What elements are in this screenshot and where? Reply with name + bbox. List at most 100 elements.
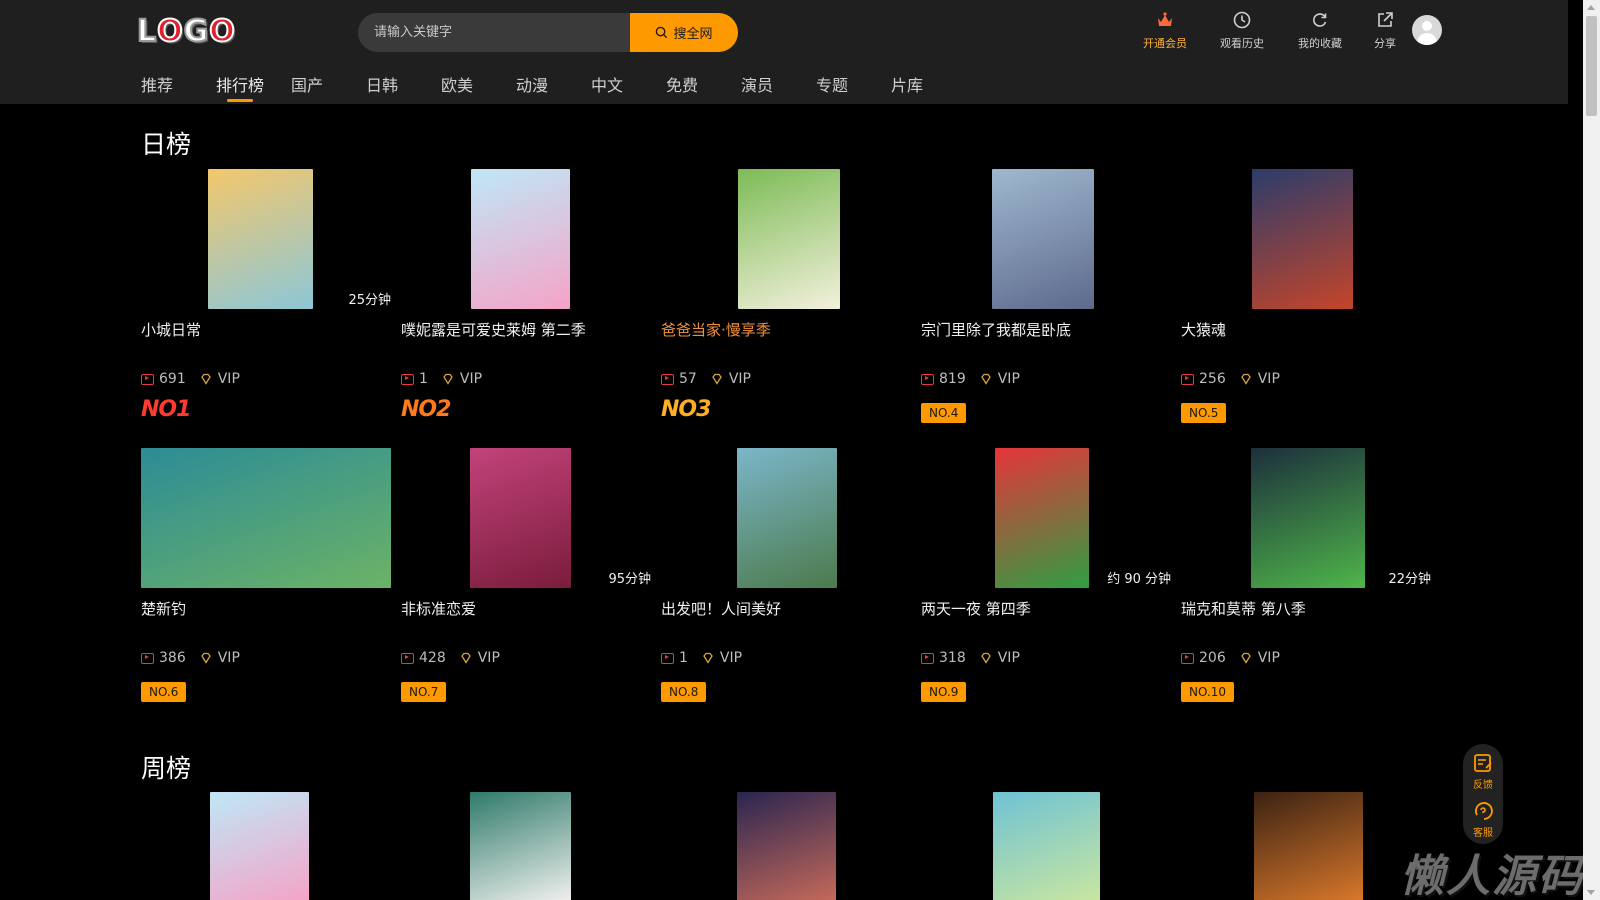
rank-badge: NO.7 (401, 682, 447, 702)
vip-label: VIP (719, 650, 743, 666)
weekly-card[interactable] (395, 792, 645, 900)
nav-library[interactable]: 片库 (891, 72, 966, 100)
nav-domestic[interactable]: 国产 (291, 72, 366, 100)
show-title[interactable]: 瑞克和莫蒂 第八季 (1181, 598, 1306, 619)
show-title[interactable]: 非标准恋爱 (401, 598, 476, 619)
poster-image[interactable] (470, 448, 571, 588)
customer-service-button[interactable]: 客服 (1463, 800, 1503, 839)
scroll-up-arrow-icon[interactable] (1587, 5, 1595, 10)
vip-label: VIP (217, 650, 240, 666)
weekly-card[interactable] (655, 792, 905, 900)
play-count: 318 (939, 650, 966, 666)
poster-image[interactable] (995, 448, 1089, 588)
poster-image[interactable] (1252, 169, 1353, 309)
poster-image[interactable] (737, 448, 837, 588)
show-title[interactable]: 大猿魂 (1181, 319, 1226, 340)
play-count: 57 (679, 371, 697, 387)
vip-label: VIP (1257, 650, 1280, 666)
show-meta: 428 VIP (401, 650, 500, 666)
poster-image[interactable] (1251, 448, 1365, 588)
nav-recommend[interactable]: 推荐 (141, 72, 216, 100)
ranking-card[interactable]: 大猿魂 256 VIP NO.5 (1175, 169, 1425, 429)
diamond-icon (980, 373, 991, 385)
scrollbar-thumb[interactable] (1586, 16, 1597, 116)
floating-toolbar: 反馈 客服 (1463, 744, 1503, 844)
rank-badge: NO2 (401, 397, 451, 422)
show-title[interactable]: 楚新钓 (141, 598, 186, 619)
share-label: 分享 (1374, 37, 1396, 50)
nav-anime[interactable]: 动漫 (516, 72, 591, 100)
show-meta: 256 VIP (1181, 371, 1280, 387)
scroll-down-arrow-icon[interactable] (1587, 890, 1595, 895)
duration-label: 25分钟 (348, 293, 391, 308)
play-count-icon (921, 652, 934, 664)
play-count-icon (661, 652, 674, 664)
show-meta: 206 VIP (1181, 650, 1280, 666)
search-bar: 搜全网 (358, 13, 738, 52)
poster-image[interactable] (992, 169, 1094, 309)
nav-actors[interactable]: 演员 (741, 72, 816, 100)
watch-history-button[interactable]: 观看历史 (1207, 10, 1277, 51)
ranking-card[interactable]: 爸爸当家·慢享季 57 VIP NO3 (655, 169, 905, 429)
poster-image[interactable] (738, 169, 840, 309)
poster-image[interactable] (210, 792, 309, 900)
favorite-icon (1313, 13, 1327, 27)
search-icon (656, 26, 668, 39)
ranking-card[interactable]: 25分钟 小城日常 691 VIP NO1 (135, 169, 391, 429)
show-title[interactable]: 噗妮露是可爱史莱姆 第二季 (401, 319, 586, 340)
open-vip-button[interactable]: 开通会员 (1130, 10, 1200, 51)
ranking-card[interactable]: 95分钟 非标准恋爱 428 VIP NO.7 (395, 448, 651, 708)
vip-label: VIP (1257, 371, 1280, 387)
nav-free[interactable]: 免费 (666, 72, 741, 100)
play-count: 386 (159, 650, 186, 666)
customer-service-icon (1475, 802, 1493, 820)
poster-image[interactable] (993, 792, 1100, 900)
customer-service-label: 客服 (1473, 828, 1493, 839)
show-title[interactable]: 宗门里除了我都是卧底 (921, 319, 1071, 340)
weekly-card[interactable] (915, 792, 1165, 900)
show-title[interactable]: 小城日常 (141, 319, 201, 340)
share-button[interactable]: 分享 (1350, 10, 1420, 51)
show-title[interactable]: 两天一夜 第四季 (921, 598, 1031, 619)
show-title[interactable]: 爸爸当家·慢享季 (661, 319, 771, 340)
show-meta: 819 VIP (921, 371, 1020, 387)
ranking-card[interactable]: 出发吧！人间美好 1 VIP NO.8 (655, 448, 905, 708)
nav-western[interactable]: 欧美 (441, 72, 516, 100)
search-all-button[interactable]: 搜全网 (630, 13, 738, 52)
search-input[interactable] (358, 13, 630, 52)
nav-chinese[interactable]: 中文 (591, 72, 666, 100)
poster-image[interactable] (737, 792, 836, 900)
ranking-card[interactable]: 宗门里除了我都是卧底 819 VIP NO.4 (915, 169, 1165, 429)
ranking-card[interactable]: 约 90 分钟 两天一夜 第四季 318 VIP NO.9 (915, 448, 1171, 708)
play-count-icon (401, 652, 414, 664)
poster-image[interactable] (471, 169, 570, 309)
page-scrollbar[interactable] (1583, 0, 1600, 900)
weekly-card[interactable] (1175, 792, 1425, 900)
poster-image[interactable] (141, 448, 391, 588)
weekly-card[interactable] (135, 792, 385, 900)
crown-icon (1158, 12, 1172, 26)
share-icon (1378, 12, 1393, 27)
top-header: LOGO 搜全网 开通会员 观看历史 我的收藏 分享 推荐 排行榜 国产 日韩 … (0, 0, 1568, 104)
user-avatar[interactable] (1412, 15, 1442, 45)
ranking-card[interactable]: 楚新钓 386 VIP NO.6 (135, 448, 391, 708)
poster-image[interactable] (208, 169, 313, 309)
nav-japan-korea[interactable]: 日韩 (366, 72, 441, 100)
poster-image[interactable] (470, 792, 571, 900)
feedback-label: 反馈 (1473, 780, 1493, 791)
main-nav: 推荐 排行榜 国产 日韩 欧美 动漫 中文 免费 演员 专题 片库 (141, 72, 966, 102)
clock-icon (1233, 11, 1251, 29)
ranking-card[interactable]: 22分钟 瑞克和莫蒂 第八季 206 VIP NO.10 (1175, 448, 1431, 708)
ranking-card[interactable]: 噗妮露是可爱史莱姆 第二季 1 VIP NO2 (395, 169, 645, 429)
my-favorites-button[interactable]: 我的收藏 (1285, 10, 1355, 51)
nav-ranking[interactable]: 排行榜 (216, 72, 291, 102)
play-count-icon (141, 373, 154, 385)
nav-topics[interactable]: 专题 (816, 72, 891, 100)
site-logo[interactable]: LOGO (136, 13, 237, 50)
play-count: 1 (419, 371, 428, 387)
feedback-button[interactable]: 反馈 (1463, 752, 1503, 791)
play-count: 428 (419, 650, 446, 666)
vip-label: VIP (477, 650, 500, 666)
show-title[interactable]: 出发吧！人间美好 (661, 598, 781, 619)
poster-image[interactable] (1254, 792, 1363, 900)
